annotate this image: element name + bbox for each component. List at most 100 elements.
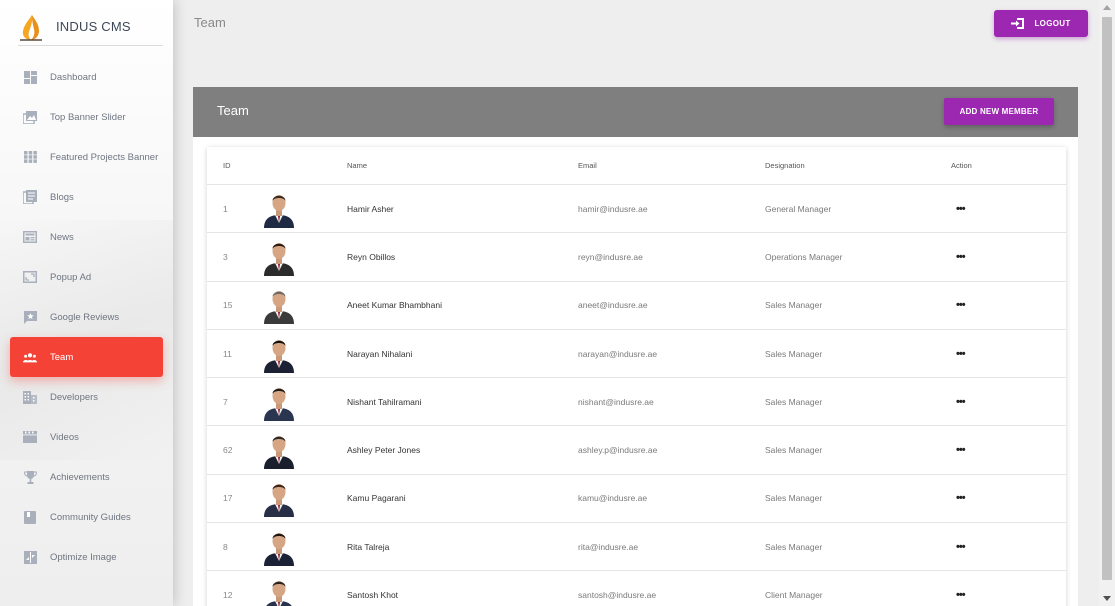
sidebar-item-developers[interactable]: Developers	[10, 377, 163, 417]
sidebar: INDUS CMS Dashboard Top Banner Slider Fe…	[0, 0, 173, 606]
column-header-designation: Designation	[765, 161, 805, 170]
table-row: 3 Reyn Obillos reyn@indusre.ae Operation…	[207, 233, 1066, 282]
cell-name[interactable]: Nishant Tahilramani	[347, 397, 422, 407]
avatar	[262, 576, 296, 606]
image-icon	[23, 110, 37, 124]
cell-designation: Sales Manager	[765, 541, 823, 552]
news-icon	[23, 230, 37, 244]
cell-designation: Sales Manager	[765, 445, 823, 456]
cell-name[interactable]: Kamu Pagarani	[347, 493, 406, 503]
more-actions-icon[interactable]: •••	[956, 589, 966, 601]
sidebar-item-label: Popup Ad	[50, 271, 92, 283]
column-header-name: Name	[347, 161, 368, 170]
sidebar-item-label: News	[50, 231, 74, 243]
sidebar-item-label: Google Reviews	[50, 311, 120, 323]
blog-icon	[23, 190, 37, 204]
table-row: 62 Ashley Peter Jones ashley.p@indusre.a…	[207, 426, 1066, 475]
cell-id: 11	[223, 348, 232, 359]
cell-email: narayan@indusre.ae	[578, 348, 658, 359]
sidebar-item-top-banner-slider[interactable]: Top Banner Slider	[10, 97, 163, 137]
sidebar-item-label: Dashboard	[50, 71, 97, 83]
cell-email: kamu@indusre.ae	[578, 493, 648, 504]
page-title: Team	[194, 15, 226, 30]
sidebar-item-label: Videos	[50, 431, 79, 443]
cell-id: 1	[223, 203, 228, 214]
cell-id: 62	[223, 445, 233, 456]
sidebar-item-team[interactable]: Team	[10, 337, 163, 377]
sidebar-item-blogs[interactable]: Blogs	[10, 177, 163, 217]
building-icon	[23, 390, 37, 404]
team-table: ID Name Email Designation Action 1 Hamir…	[207, 147, 1066, 606]
more-actions-icon[interactable]: •••	[956, 251, 966, 263]
column-header-email: Email	[578, 161, 597, 170]
avatar	[262, 190, 296, 228]
more-actions-icon[interactable]: •••	[956, 444, 966, 456]
add-new-member-button[interactable]: ADD NEW MEMBER	[944, 98, 1054, 125]
cell-name[interactable]: Aneet Kumar Bhambhani	[347, 300, 442, 310]
sidebar-item-label: Community Guides	[50, 511, 131, 523]
table-row: 12 Santosh Khot santosh@indusre.ae Clien…	[207, 571, 1066, 606]
more-actions-icon[interactable]: •••	[956, 299, 966, 311]
avatar	[262, 335, 296, 373]
logout-button[interactable]: LOGOUT	[994, 10, 1088, 37]
sidebar-item-popup-ad[interactable]: Popup Ad	[10, 257, 163, 297]
table-row: 11 Narayan Nihalani narayan@indusre.ae S…	[207, 330, 1066, 379]
avatar	[262, 238, 296, 276]
scroll-thumb[interactable]	[1102, 17, 1112, 580]
cell-designation: Sales Manager	[765, 396, 823, 407]
cell-designation: Sales Manager	[765, 300, 823, 311]
sidebar-item-community-guides[interactable]: Community Guides	[10, 497, 163, 537]
scroll-down-arrow-icon[interactable]	[1103, 596, 1111, 601]
sidebar-item-label: Team	[50, 351, 74, 363]
cell-designation: General Manager	[765, 203, 832, 214]
cell-name[interactable]: Ashley Peter Jones	[347, 445, 420, 455]
cell-email: reyn@indusre.ae	[578, 251, 643, 262]
cell-id: 7	[223, 396, 228, 407]
sidebar-item-optimize-image[interactable]: Optimize Image	[10, 537, 163, 577]
sidebar-item-videos[interactable]: Videos	[10, 417, 163, 457]
more-actions-icon[interactable]: •••	[956, 492, 966, 504]
sidebar-item-label: Top Banner Slider	[50, 111, 126, 123]
cell-email: hamir@indusre.ae	[578, 203, 648, 214]
column-header-id: ID	[223, 161, 231, 170]
cell-name[interactable]: Santosh Khot	[347, 590, 398, 600]
cell-email: aneet@indusre.ae	[578, 300, 648, 311]
more-actions-icon[interactable]: •••	[956, 396, 966, 408]
more-actions-icon[interactable]: •••	[956, 203, 966, 215]
video-icon	[23, 430, 37, 444]
scroll-up-arrow-icon[interactable]	[1103, 5, 1111, 10]
cell-id: 15	[223, 300, 233, 311]
sidebar-item-label: Optimize Image	[50, 551, 117, 563]
avatar	[262, 383, 296, 421]
cell-email: rita@indusre.ae	[578, 541, 639, 552]
cell-name[interactable]: Narayan Nihalani	[347, 349, 412, 359]
logout-icon	[1011, 18, 1025, 29]
cell-id: 12	[223, 590, 233, 601]
page-scrollbar[interactable]	[1099, 0, 1115, 606]
avatar	[262, 431, 296, 470]
avatar	[262, 528, 296, 566]
avatar	[262, 286, 296, 325]
indus-logo-icon	[18, 13, 44, 41]
cell-name[interactable]: Hamir Asher	[347, 204, 394, 214]
sidebar-item-google-reviews[interactable]: Google Reviews	[10, 297, 163, 337]
cell-id: 3	[223, 251, 228, 262]
table-body: 1 Hamir Asher hamir@indusre.ae General M…	[207, 185, 1066, 606]
cell-name[interactable]: Reyn Obillos	[347, 252, 395, 262]
more-actions-icon[interactable]: •••	[956, 348, 966, 360]
brand[interactable]: INDUS CMS	[18, 8, 163, 46]
cell-name[interactable]: Rita Talreja	[347, 542, 389, 552]
table-row: 17 Kamu Pagarani kamu@indusre.ae Sales M…	[207, 475, 1066, 524]
more-actions-icon[interactable]: •••	[956, 541, 966, 553]
sidebar-item-label: Developers	[50, 391, 99, 403]
sidebar-item-featured-projects-banner[interactable]: Featured Projects Banner	[10, 137, 163, 177]
sidebar-item-news[interactable]: News	[10, 217, 163, 257]
sidebar-item-achievements[interactable]: Achievements	[10, 457, 163, 497]
table-row: 8 Rita Talreja rita@indusre.ae Sales Man…	[207, 523, 1066, 572]
team-card: Team ADD NEW MEMBER ID Name Email Design…	[193, 87, 1078, 606]
dashboard-icon	[23, 70, 37, 84]
popup-icon	[23, 270, 37, 284]
grid-icon	[23, 150, 37, 164]
team-icon	[23, 350, 37, 364]
sidebar-item-dashboard[interactable]: Dashboard	[10, 57, 163, 97]
